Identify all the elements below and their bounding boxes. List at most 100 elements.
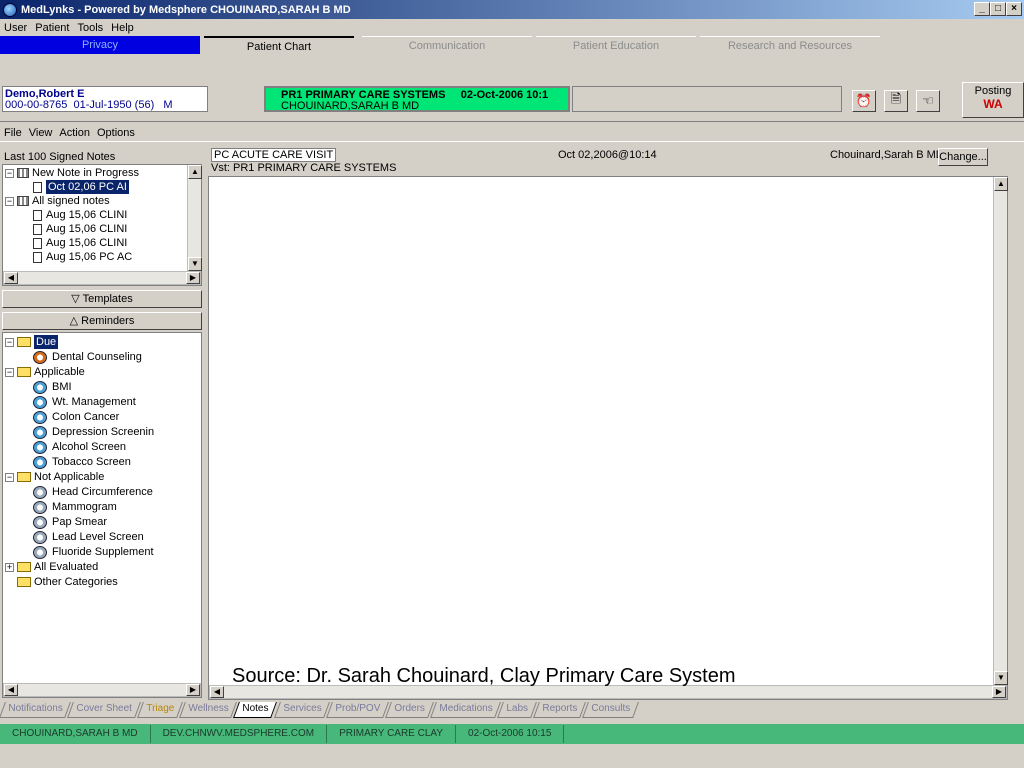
maximize-button[interactable]: □ xyxy=(990,2,1006,16)
scroll-left-arrow[interactable]: ◀ xyxy=(4,684,18,696)
hand-icon[interactable]: ☜ xyxy=(916,90,940,112)
reminder-item[interactable]: Colon Cancer xyxy=(33,410,119,424)
reminder-item[interactable]: Alcohol Screen xyxy=(33,440,126,454)
document-icon xyxy=(33,237,42,249)
reminder-item[interactable]: Dental Counseling xyxy=(33,350,142,364)
tab-consults[interactable]: Consults xyxy=(581,702,639,718)
notes-menu-options[interactable]: Options xyxy=(97,127,135,139)
reminders-tree-hscroll[interactable]: ◀ ▶ xyxy=(3,683,201,697)
menu-tools[interactable]: Tools xyxy=(77,22,103,34)
reminders-section-button[interactable]: △ Reminders xyxy=(2,312,202,330)
tree-row-note[interactable]: Oct 02,06 PC AI xyxy=(33,180,129,194)
notes-menu-view[interactable]: View xyxy=(29,127,53,139)
status-datetime: 02-Oct-2006 10:15 xyxy=(456,725,565,743)
notes-tree-hscroll[interactable]: ◀ ▶ xyxy=(3,271,201,285)
menu-patient[interactable]: Patient xyxy=(35,22,69,34)
tree-label: Wt. Management xyxy=(52,396,136,408)
scroll-up-arrow[interactable]: ▲ xyxy=(994,177,1008,191)
notes-menu-action[interactable]: Action xyxy=(59,127,90,139)
templates-section-button[interactable]: ▽ Templates xyxy=(2,290,202,308)
scroll-left-arrow[interactable]: ◀ xyxy=(210,686,224,698)
reminder-item[interactable]: Pap Smear xyxy=(33,515,107,529)
tree-row-note[interactable]: Aug 15,06 CLINI xyxy=(33,236,127,250)
minimize-button[interactable]: _ xyxy=(974,2,990,16)
tab-orders[interactable]: Orders xyxy=(385,702,434,718)
scroll-left-arrow[interactable]: ◀ xyxy=(4,272,18,284)
tree-row-note[interactable]: Aug 15,06 PC AC xyxy=(33,250,132,264)
collapse-icon[interactable]: − xyxy=(5,472,14,482)
reminder-item[interactable]: Tobacco Screen xyxy=(33,455,131,469)
scroll-right-arrow[interactable]: ▶ xyxy=(186,272,200,284)
tab-communication[interactable]: Communication xyxy=(362,36,532,54)
reminder-group-applicable[interactable]: − Applicable xyxy=(5,365,85,379)
collapse-icon[interactable]: − xyxy=(5,196,14,206)
reminder-item[interactable]: Fluoride Supplement xyxy=(33,545,154,559)
tab-patient-chart[interactable]: Patient Chart xyxy=(204,36,354,54)
reminder-group-other[interactable]: Other Categories xyxy=(17,575,118,589)
note-author: Chouinard,Sarah B MD xyxy=(830,149,944,161)
tab-notes[interactable]: Notes xyxy=(233,702,278,718)
alarm-clock-icon[interactable]: ⏰ xyxy=(852,90,876,112)
scroll-up-arrow[interactable]: ▲ xyxy=(188,165,202,179)
tab-services[interactable]: Services xyxy=(273,702,330,718)
menu-help[interactable]: Help xyxy=(111,22,134,34)
scroll-down-arrow[interactable]: ▼ xyxy=(994,671,1008,685)
tab-patient-education[interactable]: Patient Education xyxy=(536,36,696,54)
tab-cover-sheet[interactable]: Cover Sheet xyxy=(67,702,141,718)
reminder-group-all-evaluated[interactable]: + All Evaluated xyxy=(5,560,98,574)
tab-reports[interactable]: Reports xyxy=(532,702,586,718)
reminder-item[interactable]: Wt. Management xyxy=(33,395,136,409)
folder-icon xyxy=(17,562,31,572)
visit-info-box[interactable]: PR1 PRIMARY CARE SYSTEMS 02-Oct-2006 10:… xyxy=(264,86,570,112)
reminder-item[interactable]: Mammogram xyxy=(33,500,117,514)
tab-research-resources[interactable]: Research and Resources xyxy=(700,36,880,54)
scroll-down-arrow[interactable]: ▼ xyxy=(188,257,202,271)
scroll-right-arrow[interactable]: ▶ xyxy=(992,686,1006,698)
reminder-group-not-applicable[interactable]: − Not Applicable xyxy=(5,470,104,484)
collapse-icon[interactable]: − xyxy=(5,337,14,347)
note-header: PC ACUTE CARE VISIT Vst: PR1 PRIMARY CAR… xyxy=(208,145,1024,175)
main-menu-bar: User Patient Tools Help xyxy=(0,19,1024,36)
collapse-icon[interactable]: − xyxy=(5,367,14,377)
folder-icon xyxy=(17,577,31,587)
templates-chevron-icon: ▽ xyxy=(71,293,83,305)
tree-row-new-note[interactable]: − New Note in Progress xyxy=(5,166,139,180)
tree-label: Fluoride Supplement xyxy=(52,546,154,558)
tab-wellness[interactable]: Wellness xyxy=(179,702,238,718)
reminder-item[interactable]: BMI xyxy=(33,380,72,394)
tab-triage[interactable]: Triage xyxy=(137,702,183,718)
scroll-right-arrow[interactable]: ▶ xyxy=(186,684,200,696)
reminder-item[interactable]: Depression Screenin xyxy=(33,425,154,439)
patient-ids: 000-00-8765 01-Jul-1950 (56) M xyxy=(5,100,205,111)
note-vscroll[interactable]: ▲ ▼ xyxy=(993,177,1008,685)
tree-row-note[interactable]: Aug 15,06 CLINI xyxy=(33,208,127,222)
reminder-group-due[interactable]: − Due xyxy=(5,335,59,349)
visit-provider: CHOUINARD,SARAH B MD xyxy=(281,100,420,112)
patient-info-box[interactable]: Demo,Robert E 000-00-8765 01-Jul-1950 (5… xyxy=(2,86,208,112)
change-button[interactable]: Change... xyxy=(938,148,988,166)
tree-row-note[interactable]: Aug 15,06 CLINI xyxy=(33,222,127,236)
posting-box[interactable]: Posting WA xyxy=(962,82,1024,118)
tree-label: Depression Screenin xyxy=(52,426,155,438)
document-view-icon[interactable]: 🗎 xyxy=(884,90,908,112)
tab-notifications[interactable]: Notifications xyxy=(0,702,72,718)
notes-tree-vscroll[interactable]: ▲ ▼ xyxy=(187,165,202,271)
tab-prob-pov[interactable]: Prob/POV xyxy=(326,702,389,718)
tab-privacy[interactable]: Privacy xyxy=(0,36,200,54)
reminder-item[interactable]: Lead Level Screen xyxy=(33,530,144,544)
expand-icon[interactable]: + xyxy=(5,562,14,572)
note-text-area[interactable]: ▲ ▼ ◀ ▶ xyxy=(208,176,1008,700)
tree-row-all-signed[interactable]: − All signed notes xyxy=(5,194,110,208)
tab-labs[interactable]: Labs xyxy=(496,702,537,718)
collapse-icon[interactable]: − xyxy=(5,168,14,178)
tab-medications[interactable]: Medications xyxy=(429,702,501,718)
notes-menu-file[interactable]: File xyxy=(4,127,22,139)
reminders-tree: − Due Dental Counseling − Applicable BMI W… xyxy=(2,332,202,698)
reminder-item[interactable]: Head Circumference xyxy=(33,485,153,499)
reminder-applicable-icon xyxy=(33,410,47,424)
folder-open-icon xyxy=(17,337,31,347)
menu-user[interactable]: User xyxy=(4,22,27,34)
close-button[interactable]: × xyxy=(1006,2,1022,16)
folder-open-icon xyxy=(17,472,31,482)
tree-label: Aug 15,06 CLINI xyxy=(46,223,128,235)
